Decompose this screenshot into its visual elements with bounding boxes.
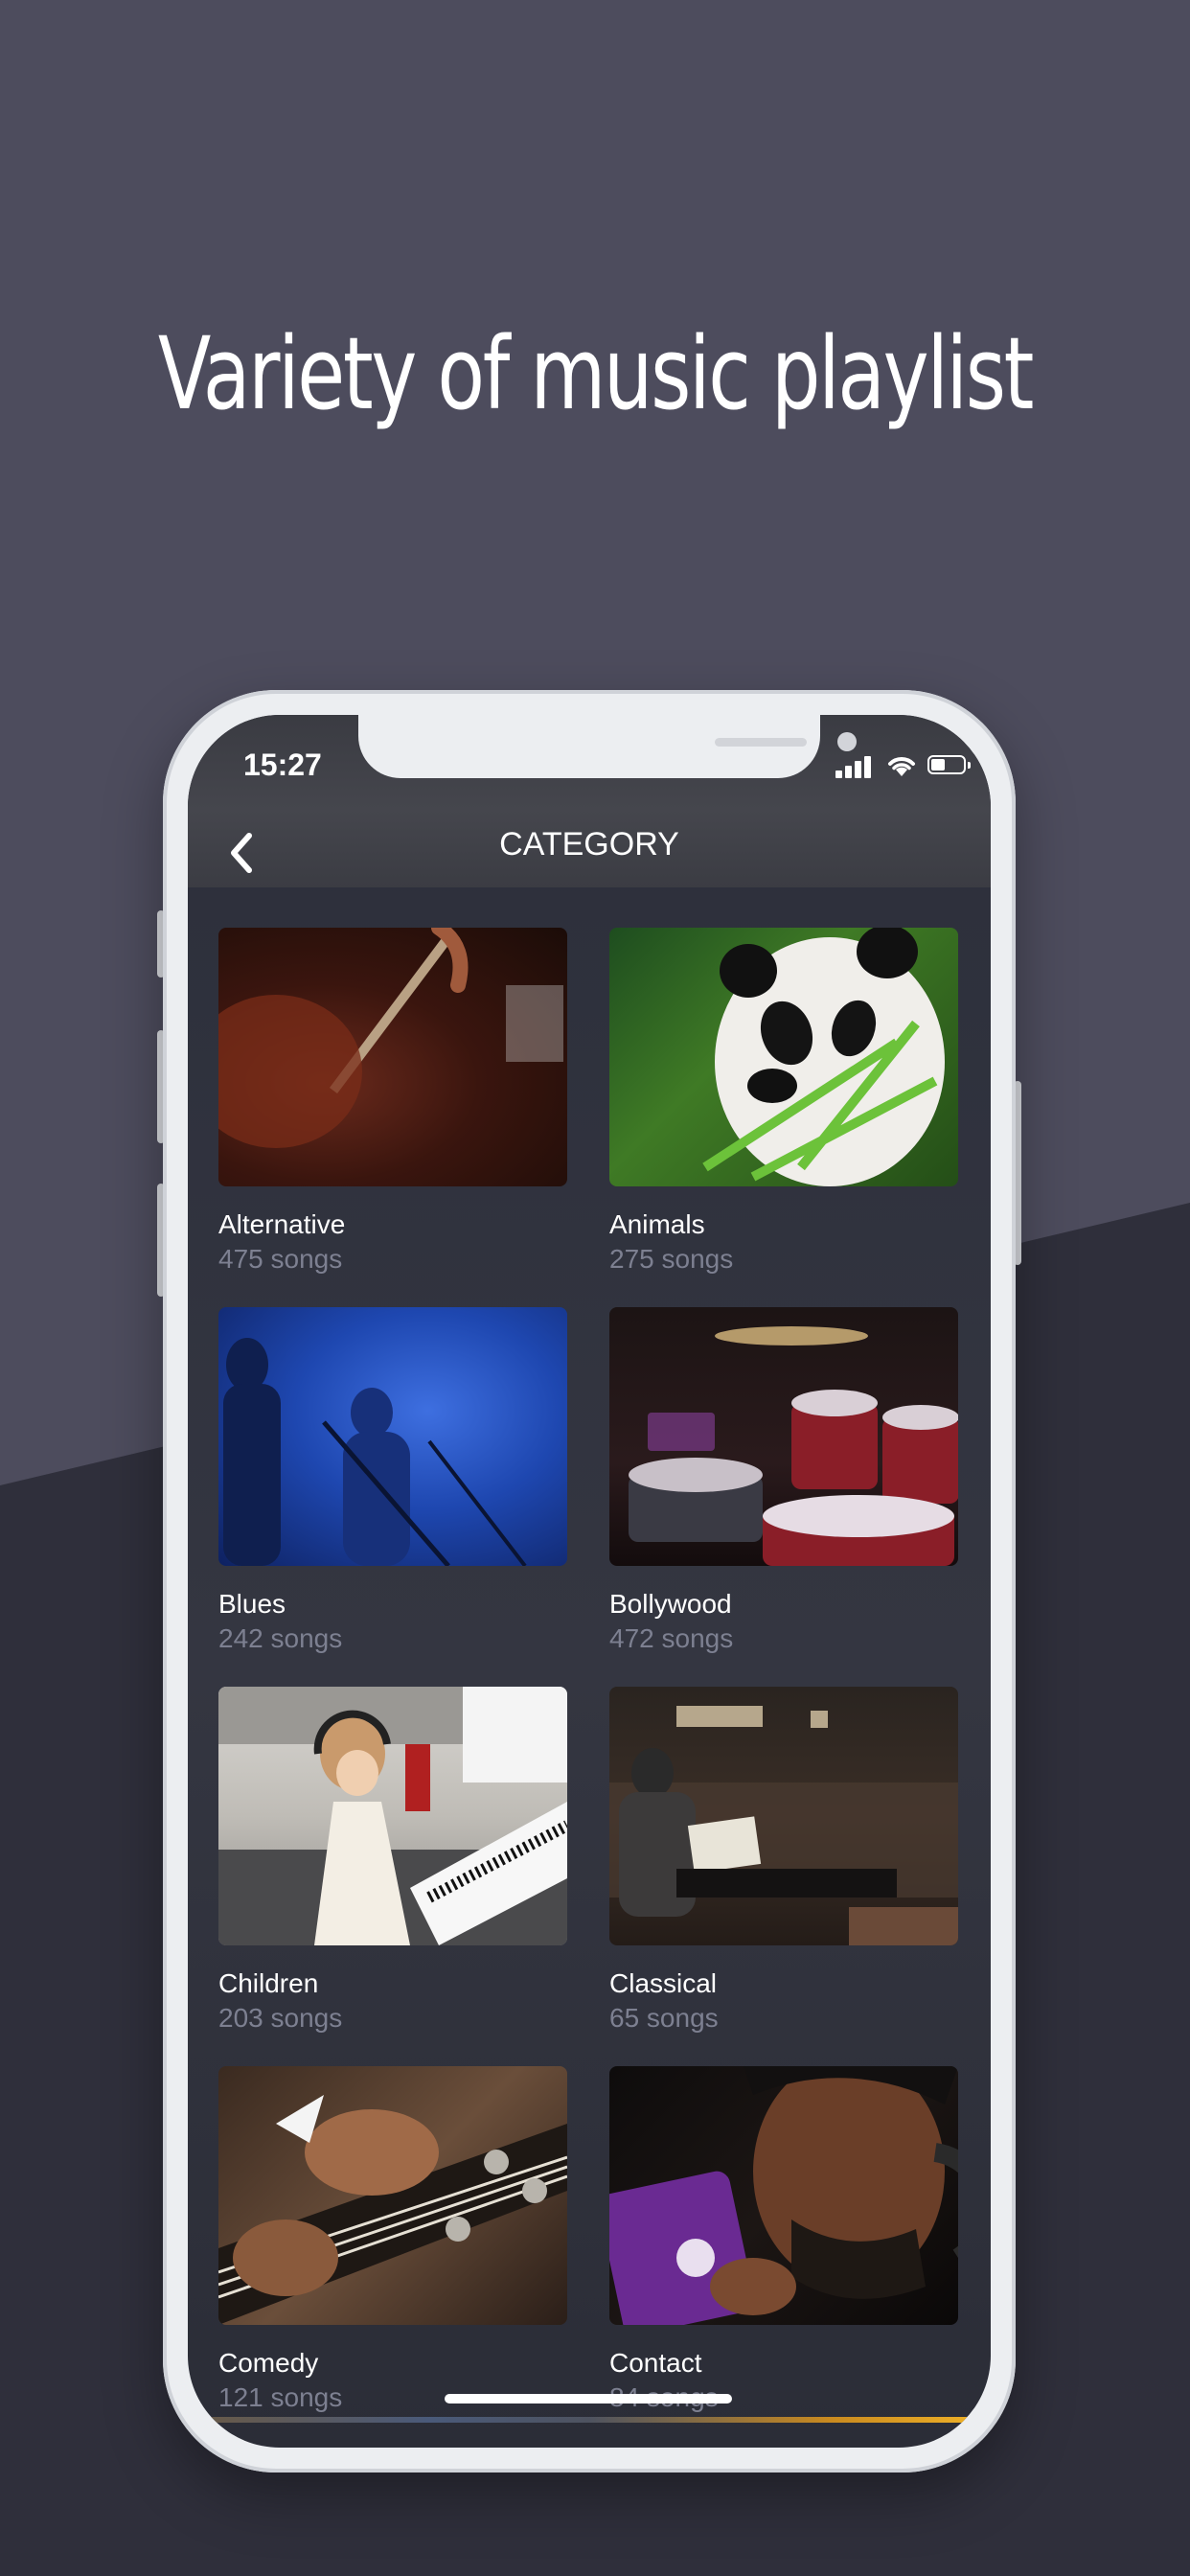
category-song-count: 475 songs <box>218 1244 343 1274</box>
status-time: 15:27 <box>243 748 322 782</box>
speaker-grille <box>715 738 807 747</box>
category-name: Bollywood <box>609 1589 732 1619</box>
category-name: Blues <box>218 1589 286 1619</box>
category-card-children[interactable]: Children 203 songs <box>218 1687 567 2041</box>
comedy-thumbnail <box>218 2066 567 2325</box>
phone-screen: 15:27 CATEGORY Alternative 475 songs Ani… <box>188 715 991 2448</box>
home-indicator[interactable] <box>445 2394 732 2404</box>
category-song-count: 242 songs <box>218 1623 343 1653</box>
category-card-bollywood[interactable]: Bollywood 472 songs <box>609 1307 958 1662</box>
category-card-classical[interactable]: Classical 65 songs <box>609 1687 958 2041</box>
category-card-blues[interactable]: Blues 242 songs <box>218 1307 567 1662</box>
category-song-count: 121 songs <box>218 2382 343 2412</box>
notch <box>358 715 857 778</box>
phone-frame: 15:27 CATEGORY Alternative 475 songs Ani… <box>163 690 1016 2472</box>
category-song-count: 275 songs <box>609 1244 734 1274</box>
alternative-thumbnail <box>218 928 567 1186</box>
page-headline: Variety of music playlist <box>157 315 1035 432</box>
category-card-animals[interactable]: Animals 275 songs <box>609 928 958 1282</box>
battery-icon <box>927 755 971 774</box>
category-name: Classical <box>609 1968 718 1998</box>
category-song-count: 472 songs <box>609 1623 734 1653</box>
contact-thumbnail <box>609 2066 958 2325</box>
next-row-peek <box>188 2417 991 2423</box>
signal-icon <box>835 755 874 778</box>
category-card-alternative[interactable]: Alternative 475 songs <box>218 928 567 1282</box>
wifi-icon <box>888 757 915 776</box>
blues-thumbnail <box>218 1307 567 1566</box>
animals-thumbnail <box>609 928 958 1186</box>
category-card-comedy[interactable]: Comedy 121 songs <box>218 2066 567 2421</box>
category-song-count: 203 songs <box>218 2003 343 2033</box>
category-song-count: 65 songs <box>609 2003 719 2033</box>
front-camera <box>837 732 857 751</box>
category-card-contact[interactable]: Contact 84 songs <box>609 2066 958 2421</box>
category-name: Animals <box>609 1209 705 1239</box>
bollywood-thumbnail <box>609 1307 958 1566</box>
category-name: Comedy <box>218 2348 319 2378</box>
classical-thumbnail <box>609 1687 958 1945</box>
category-name: Children <box>218 1968 319 1998</box>
children-thumbnail <box>218 1687 567 1945</box>
category-name: Alternative <box>218 1209 346 1239</box>
category-name: Contact <box>609 2348 702 2378</box>
nav-title: CATEGORY <box>499 826 679 862</box>
